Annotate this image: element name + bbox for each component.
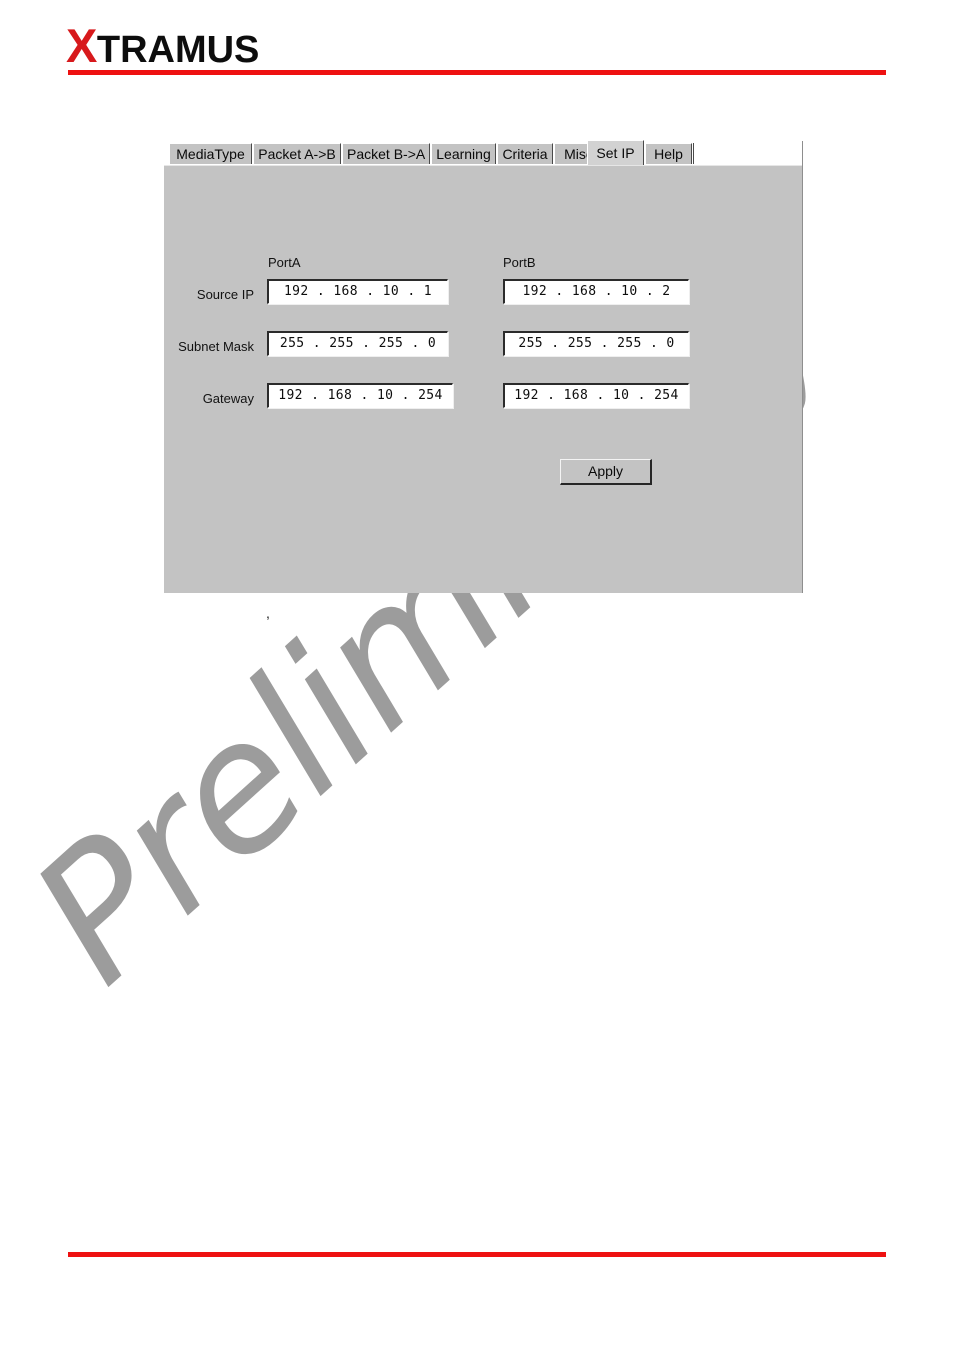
source-ip-porta-input[interactable]: 192 . 168 . 10 . 1 bbox=[267, 279, 448, 304]
document-page: XTRAMUS Preliminary , MediaType Packet A… bbox=[0, 0, 954, 1350]
tab-label: MediaType bbox=[176, 146, 245, 162]
gateway-porta-input[interactable]: 192 . 168 . 10 . 254 bbox=[267, 383, 453, 408]
tab-packet-a-to-b[interactable]: Packet A->B bbox=[253, 143, 341, 165]
tab-packet-b-to-a[interactable]: Packet B->A bbox=[342, 143, 430, 165]
stray-punctuation-artifact: , bbox=[266, 605, 270, 621]
header-rule bbox=[68, 70, 886, 75]
tab-label: Set IP bbox=[596, 145, 635, 161]
tab-strip: MediaType Packet A->B Packet B->A Learni… bbox=[164, 140, 802, 165]
logo-letter-x: X bbox=[66, 19, 97, 72]
tab-criteria[interactable]: Criteria bbox=[497, 143, 553, 165]
xtramus-logo: XTRAMUS bbox=[66, 22, 259, 69]
set-ip-tab-panel: PortA PortB Source IP 192 . 168 . 10 . 1… bbox=[164, 165, 802, 593]
tab-learning[interactable]: Learning bbox=[431, 143, 496, 165]
label-gateway: Gateway bbox=[202, 391, 254, 406]
subnet-mask-portb-input[interactable]: 255 . 255 . 255 . 0 bbox=[503, 331, 689, 356]
apply-button[interactable]: Apply bbox=[560, 459, 652, 485]
tab-help[interactable]: Help bbox=[645, 143, 692, 165]
logo-wordmark: TRAMUS bbox=[96, 29, 260, 71]
set-ip-dialog: MediaType Packet A->B Packet B->A Learni… bbox=[164, 140, 802, 593]
tab-label: Criteria bbox=[502, 146, 548, 162]
tab-strip-end-divider bbox=[693, 143, 694, 165]
tab-label: Packet A->B bbox=[258, 146, 336, 162]
tab-label: Packet B->A bbox=[347, 146, 426, 162]
gateway-portb-input[interactable]: 192 . 168 . 10 . 254 bbox=[503, 383, 689, 408]
label-subnet-mask: Subnet Mask bbox=[178, 339, 254, 354]
preliminary-watermark: Preliminary bbox=[0, 205, 924, 1046]
label-source-ip: Source IP bbox=[196, 287, 254, 302]
source-ip-portb-input[interactable]: 192 . 168 . 10 . 2 bbox=[503, 279, 689, 304]
tab-label: Help bbox=[654, 146, 683, 162]
subnet-mask-porta-input[interactable]: 255 . 255 . 255 . 0 bbox=[267, 331, 448, 356]
column-header-portb: PortB bbox=[503, 255, 536, 270]
column-header-porta: PortA bbox=[268, 255, 301, 270]
footer-rule bbox=[68, 1252, 886, 1257]
tab-label: Learning bbox=[436, 146, 491, 162]
tab-mediatype[interactable]: MediaType bbox=[169, 143, 252, 165]
tab-set-ip[interactable]: Set IP bbox=[587, 140, 644, 165]
